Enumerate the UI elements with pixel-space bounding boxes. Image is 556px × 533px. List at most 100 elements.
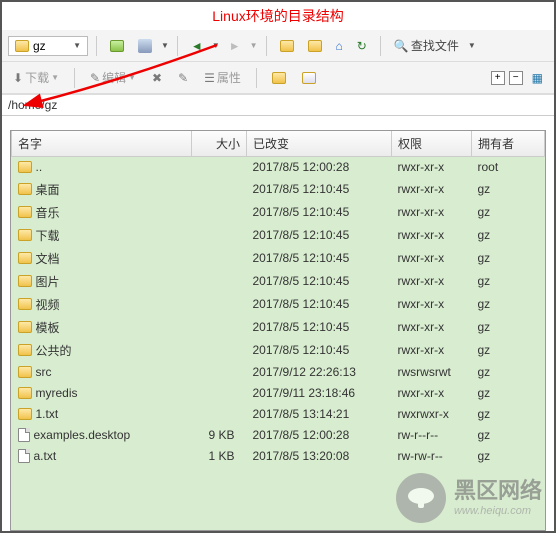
new-folder-button[interactable] bbox=[267, 69, 291, 87]
properties-button[interactable]: ☰ 属性 bbox=[199, 66, 246, 89]
folder-icon bbox=[18, 275, 32, 287]
file-owner: gz bbox=[472, 247, 545, 270]
table-row[interactable]: src2017/9/12 22:26:13rwsrwsrwtgz bbox=[12, 362, 545, 383]
chevron-down-icon[interactable]: ▼ bbox=[212, 41, 220, 50]
file-owner: gz bbox=[472, 224, 545, 247]
file-rights: rwxr-xr-x bbox=[392, 383, 472, 404]
table-row[interactable]: ..2017/8/5 12:00:28rwxr-xr-xroot bbox=[12, 157, 545, 178]
refresh-button[interactable]: ↻ bbox=[352, 36, 372, 56]
filter-button[interactable] bbox=[133, 36, 157, 56]
file-changed: 2017/8/5 12:10:45 bbox=[247, 316, 392, 339]
col-name[interactable]: 名字 bbox=[12, 131, 192, 157]
path-bar[interactable]: /home/gz bbox=[2, 94, 554, 116]
home-button[interactable]: ⌂ bbox=[331, 36, 348, 56]
arrow-right-icon: ► bbox=[229, 39, 241, 53]
new-file-button[interactable] bbox=[297, 69, 321, 87]
toolbar-main: gz ▼ ▼ ◄ ▼ ► ▼ ⌂ ↻ 🔍 查找文件 ▼ bbox=[2, 30, 554, 62]
file-owner: gz bbox=[472, 293, 545, 316]
file-size: 1 KB bbox=[192, 446, 247, 467]
file-name: src bbox=[36, 365, 52, 379]
folder-icon bbox=[308, 40, 322, 52]
file-name: 模板 bbox=[36, 319, 60, 336]
expand-button[interactable]: + bbox=[491, 71, 505, 85]
download-button[interactable]: ⬇ 下载 ▼ bbox=[8, 66, 64, 89]
new-file-icon bbox=[302, 72, 316, 84]
table-row[interactable]: 模板2017/8/5 12:10:45rwxr-xr-xgz bbox=[12, 316, 545, 339]
file-changed: 2017/9/12 22:26:13 bbox=[247, 362, 392, 383]
page-title: Linux环境的目录结构 bbox=[2, 2, 554, 30]
delete-button[interactable]: ✖ bbox=[147, 68, 167, 88]
file-icon bbox=[18, 449, 30, 463]
file-rights: rw-rw-r-- bbox=[392, 446, 472, 467]
file-rights: rwxr-xr-x bbox=[392, 201, 472, 224]
file-owner: gz bbox=[472, 270, 545, 293]
file-size bbox=[192, 383, 247, 404]
folder-icon bbox=[15, 40, 29, 52]
chevron-down-icon: ▼ bbox=[250, 41, 258, 50]
table-row[interactable]: 下载2017/8/5 12:10:45rwxr-xr-xgz bbox=[12, 224, 545, 247]
file-owner: gz bbox=[472, 339, 545, 362]
file-owner: gz bbox=[472, 446, 545, 467]
open-folder-icon bbox=[110, 40, 124, 52]
edit-button[interactable]: ✎ 编辑 ▼ bbox=[85, 66, 141, 89]
arrow-left-icon: ◄ bbox=[191, 39, 203, 53]
file-table: 名字 大小 已改变 权限 拥有者 ..2017/8/5 12:00:28rwxr… bbox=[11, 131, 545, 467]
edit-icon: ✎ bbox=[90, 71, 100, 85]
table-row[interactable]: 1.txt2017/8/5 13:14:21rwxrwxr-xgz bbox=[12, 404, 545, 425]
table-row[interactable]: 图片2017/8/5 12:10:45rwxr-xr-xgz bbox=[12, 270, 545, 293]
col-rights[interactable]: 权限 bbox=[392, 131, 472, 157]
file-rights: rwxr-xr-x bbox=[392, 178, 472, 201]
chevron-down-icon[interactable]: ▼ bbox=[468, 41, 476, 50]
open-folder-button[interactable] bbox=[105, 37, 129, 55]
folder-icon bbox=[18, 321, 32, 333]
file-rights: rwxr-xr-x bbox=[392, 224, 472, 247]
table-row[interactable]: 视频2017/8/5 12:10:45rwxr-xr-xgz bbox=[12, 293, 545, 316]
table-row[interactable]: 音乐2017/8/5 12:10:45rwxr-xr-xgz bbox=[12, 201, 545, 224]
file-rights: rwxr-xr-x bbox=[392, 293, 472, 316]
folder-icon bbox=[18, 206, 32, 218]
file-table-container[interactable]: 名字 大小 已改变 权限 拥有者 ..2017/8/5 12:00:28rwxr… bbox=[10, 130, 546, 531]
chevron-down-icon[interactable]: ▼ bbox=[161, 41, 169, 50]
forward-button[interactable]: ► bbox=[224, 36, 246, 56]
file-owner: gz bbox=[472, 362, 545, 383]
file-rights: rwxrwxr-x bbox=[392, 404, 472, 425]
chevron-down-icon: ▼ bbox=[128, 73, 136, 82]
col-changed[interactable]: 已改变 bbox=[247, 131, 392, 157]
file-name: a.txt bbox=[34, 449, 57, 463]
table-row[interactable]: a.txt1 KB2017/8/5 13:20:08rw-rw-r--gz bbox=[12, 446, 545, 467]
collapse-button[interactable]: − bbox=[509, 71, 523, 85]
folder-icon bbox=[18, 298, 32, 310]
folder-selector[interactable]: gz ▼ bbox=[8, 36, 88, 56]
table-row[interactable]: examples.desktop9 KB2017/8/5 12:00:28rw-… bbox=[12, 425, 545, 446]
file-rights: rwxr-xr-x bbox=[392, 270, 472, 293]
table-row[interactable]: 桌面2017/8/5 12:10:45rwxr-xr-xgz bbox=[12, 178, 545, 201]
file-changed: 2017/8/5 12:10:45 bbox=[247, 178, 392, 201]
delete-icon: ✖ bbox=[152, 71, 162, 85]
rename-button[interactable]: ✎ bbox=[173, 68, 193, 88]
find-files-button[interactable]: 🔍 查找文件 bbox=[389, 34, 464, 57]
table-row[interactable]: myredis2017/9/11 23:18:46rwxr-xr-xgz bbox=[12, 383, 545, 404]
folder-icon bbox=[18, 252, 32, 264]
file-size bbox=[192, 270, 247, 293]
rename-icon: ✎ bbox=[178, 71, 188, 85]
file-size bbox=[192, 339, 247, 362]
table-row[interactable]: 文档2017/8/5 12:10:45rwxr-xr-xgz bbox=[12, 247, 545, 270]
table-row[interactable]: 公共的2017/8/5 12:10:45rwxr-xr-xgz bbox=[12, 339, 545, 362]
file-name: myredis bbox=[36, 386, 78, 400]
view-button[interactable]: ▦ bbox=[527, 68, 548, 88]
file-owner: gz bbox=[472, 316, 545, 339]
file-size: 9 KB bbox=[192, 425, 247, 446]
file-name: .. bbox=[36, 160, 43, 174]
back-button[interactable]: ◄ bbox=[186, 36, 208, 56]
file-changed: 2017/9/11 23:18:46 bbox=[247, 383, 392, 404]
file-size bbox=[192, 316, 247, 339]
folder-yellow-button[interactable] bbox=[275, 37, 299, 55]
folder-icon bbox=[18, 229, 32, 241]
col-size[interactable]: 大小 bbox=[192, 131, 247, 157]
file-name: 视频 bbox=[36, 296, 60, 313]
view-icon: ▦ bbox=[532, 71, 543, 85]
col-owner[interactable]: 拥有者 bbox=[472, 131, 545, 157]
folder-icon bbox=[18, 387, 32, 399]
folder-green-button[interactable] bbox=[303, 37, 327, 55]
filter-icon bbox=[138, 39, 152, 53]
